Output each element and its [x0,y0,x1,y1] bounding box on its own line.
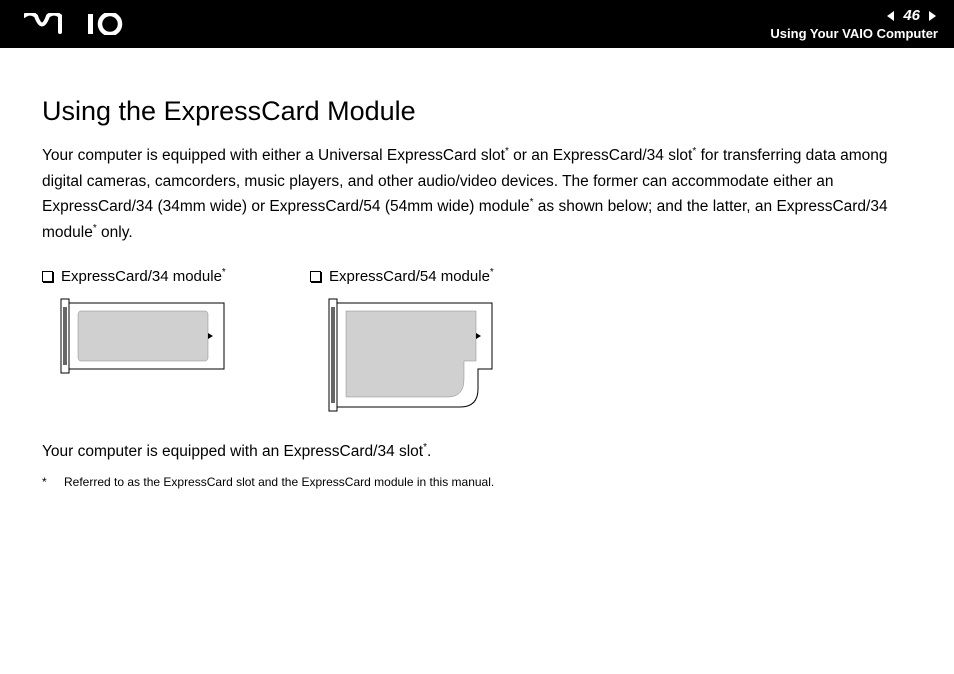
equipped-note: Your computer is equipped with an Expres… [42,442,912,461]
intro-text: only. [97,224,133,241]
bullet-box-icon [42,271,53,282]
note-text: Your computer is equipped with an Expres… [42,443,423,460]
intro-paragraph: Your computer is equipped with either a … [42,143,912,245]
module-54: ExpressCard/54 module* [310,267,538,422]
module-54-label: ExpressCard/54 module* [310,267,538,285]
header-section-title: Using Your VAIO Computer [770,26,938,41]
footnote: * Referred to as the ExpressCard slot an… [42,475,912,489]
footnote-star: * [42,475,50,489]
page-header: 46 Using Your VAIO Computer [0,0,954,48]
footnote-text: Referred to as the ExpressCard slot and … [64,475,494,489]
note-text: . [427,443,431,460]
intro-text: Your computer is equipped with either a … [42,147,505,164]
module-row: ExpressCard/34 module* ExpressCard/54 mo… [42,267,912,422]
page-number: 46 [903,7,920,24]
expresscard-54-diagram [328,297,538,422]
module-34-text: ExpressCard/34 module [61,268,222,285]
prev-page-arrow[interactable] [885,10,897,22]
module-34-label: ExpressCard/34 module* [42,267,230,285]
page-navigation: 46 [770,7,938,24]
footnote-marker: * [222,267,226,278]
page-content: Using the ExpressCard Module Your comput… [0,48,954,489]
next-page-arrow[interactable] [926,10,938,22]
page-title: Using the ExpressCard Module [42,96,912,127]
footnote-marker: * [490,267,494,278]
module-34: ExpressCard/34 module* [42,267,230,422]
bullet-box-icon [310,271,321,282]
vaio-logo [24,13,124,35]
intro-text: or an ExpressCard/34 slot [509,147,693,164]
expresscard-34-diagram [60,297,230,382]
module-54-text: ExpressCard/54 module [329,268,490,285]
